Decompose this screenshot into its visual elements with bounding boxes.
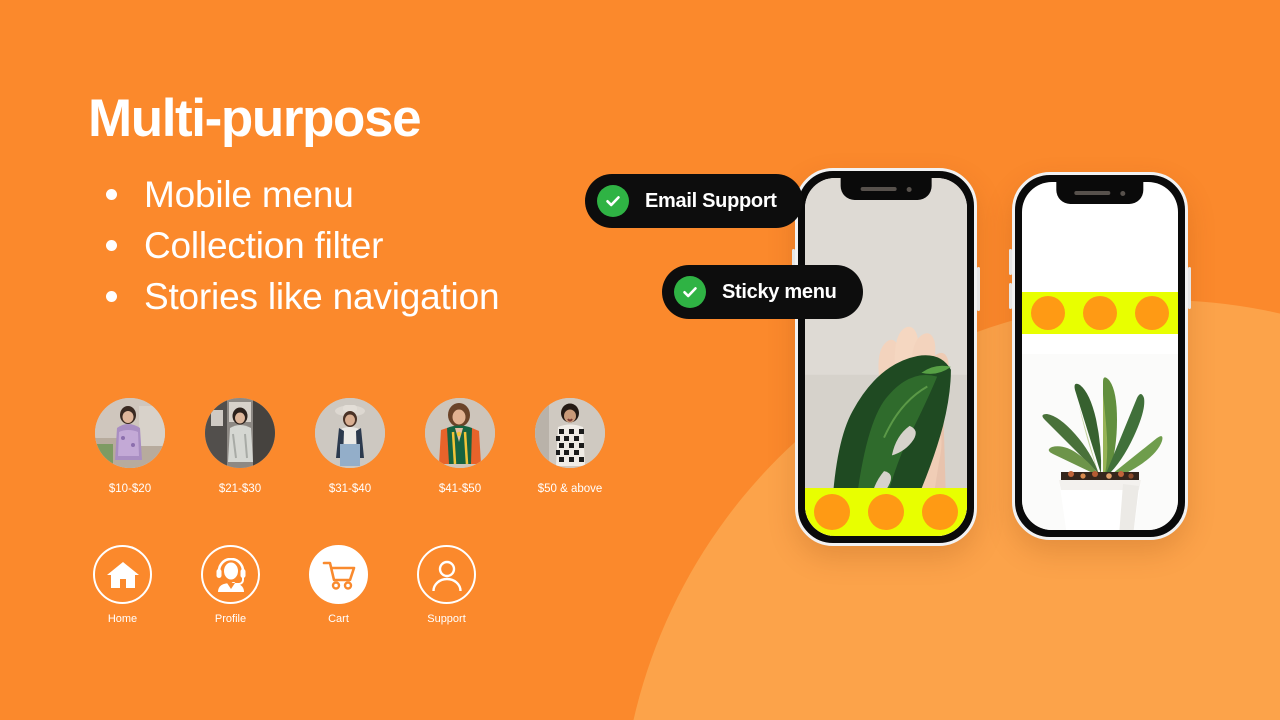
list-item: Mobile menu — [106, 176, 499, 213]
earpiece-speaker-icon — [860, 187, 897, 191]
mobile-menu-nav: Home Profile Cart Support — [93, 545, 476, 625]
page-title: Multi-purpose — [88, 89, 422, 148]
phone-mockup-right — [1009, 172, 1191, 540]
phone-side-button — [1009, 249, 1012, 275]
filter-item-10-20[interactable]: $10-$20 — [95, 398, 165, 495]
feature-list: Mobile menu Collection filter Stories li… — [106, 176, 500, 329]
nav-item-home[interactable]: Home — [93, 545, 152, 625]
phone-screen-right[interactable] — [1022, 182, 1178, 530]
hand-holding-monstera-leaf-image — [805, 178, 967, 536]
phone-notch — [840, 178, 932, 200]
filter-item-21-30[interactable]: $21-$30 — [205, 398, 275, 495]
front-camera-icon — [906, 186, 912, 192]
headset-agent-icon — [216, 557, 245, 592]
promo-slide: Multi-purpose Mobile menu Collection fil… — [0, 0, 1280, 720]
phone-power-button — [977, 267, 980, 311]
story-dot[interactable] — [1031, 296, 1065, 330]
feature-pill-label: Sticky menu — [722, 280, 837, 303]
phone-power-button — [1188, 267, 1191, 309]
story-dot[interactable] — [922, 494, 958, 530]
earpiece-speaker-icon — [1074, 191, 1111, 195]
filter-label: $21-$30 — [218, 483, 262, 495]
bullet-dot-icon — [106, 291, 117, 302]
filter-label: $50 & above — [537, 483, 603, 495]
filter-item-31-40[interactable]: $31-$40 — [315, 398, 385, 495]
phone-side-button — [1009, 283, 1012, 309]
feature-label: Stories like navigation — [144, 276, 500, 317]
list-item: Stories like navigation — [106, 276, 500, 317]
story-navigation-bar[interactable] — [1022, 292, 1178, 334]
nav-label: Home — [107, 613, 138, 625]
bullet-dot-icon — [106, 240, 117, 251]
model-photo-5-thumbnail[interactable] — [535, 398, 605, 468]
nav-label: Cart — [328, 613, 349, 625]
support-circle[interactable] — [417, 545, 476, 604]
story-dot[interactable] — [814, 494, 850, 530]
filter-label: $31-$40 — [328, 483, 372, 495]
collection-filter-row: $10-$20 $21-$30 $31-$40 $41-$50 $50 & ab… — [95, 398, 605, 495]
model-photo-4-thumbnail[interactable] — [425, 398, 495, 468]
story-navigation-bar[interactable] — [805, 488, 967, 536]
nav-item-support[interactable]: Support — [417, 545, 476, 625]
list-item: Collection filter — [106, 227, 499, 264]
bullet-dot-icon — [106, 189, 117, 200]
filter-item-50-above[interactable]: $50 & above — [535, 398, 605, 495]
filter-label: $41-$50 — [438, 483, 482, 495]
model-photo-2-thumbnail[interactable] — [205, 398, 275, 468]
shopping-cart-icon — [322, 561, 355, 590]
filter-label: $10-$20 — [108, 483, 152, 495]
feature-pill-label: Email Support — [645, 189, 777, 212]
feature-label: Mobile menu — [144, 174, 354, 215]
nav-item-profile[interactable]: Profile — [201, 545, 260, 625]
phone-notch — [1056, 182, 1144, 204]
cart-circle[interactable] — [309, 545, 368, 604]
home-icon — [106, 561, 139, 588]
nav-label: Support — [427, 613, 466, 625]
feature-pill-sticky-menu[interactable]: Sticky menu — [662, 265, 863, 319]
phone-screen-left[interactable] — [805, 178, 967, 536]
front-camera-icon — [1120, 190, 1126, 196]
model-photo-1-thumbnail[interactable] — [95, 398, 165, 468]
home-circle[interactable] — [93, 545, 152, 604]
check-circle-icon — [674, 276, 706, 308]
story-dot[interactable] — [868, 494, 904, 530]
user-avatar-icon — [431, 560, 462, 591]
nav-label: Profile — [214, 613, 247, 625]
profile-circle[interactable] — [201, 545, 260, 604]
aloe-plant-in-white-pot-image — [1022, 354, 1178, 530]
filter-item-41-50[interactable]: $41-$50 — [425, 398, 495, 495]
feature-label: Collection filter — [144, 225, 384, 266]
story-dot[interactable] — [1083, 296, 1117, 330]
story-dot[interactable] — [1135, 296, 1169, 330]
phone-mockup-left — [792, 168, 980, 546]
feature-pill-email-support[interactable]: Email Support — [585, 174, 803, 228]
nav-item-cart[interactable]: Cart — [309, 545, 368, 625]
model-photo-3-thumbnail[interactable] — [315, 398, 385, 468]
check-circle-icon — [597, 185, 629, 217]
